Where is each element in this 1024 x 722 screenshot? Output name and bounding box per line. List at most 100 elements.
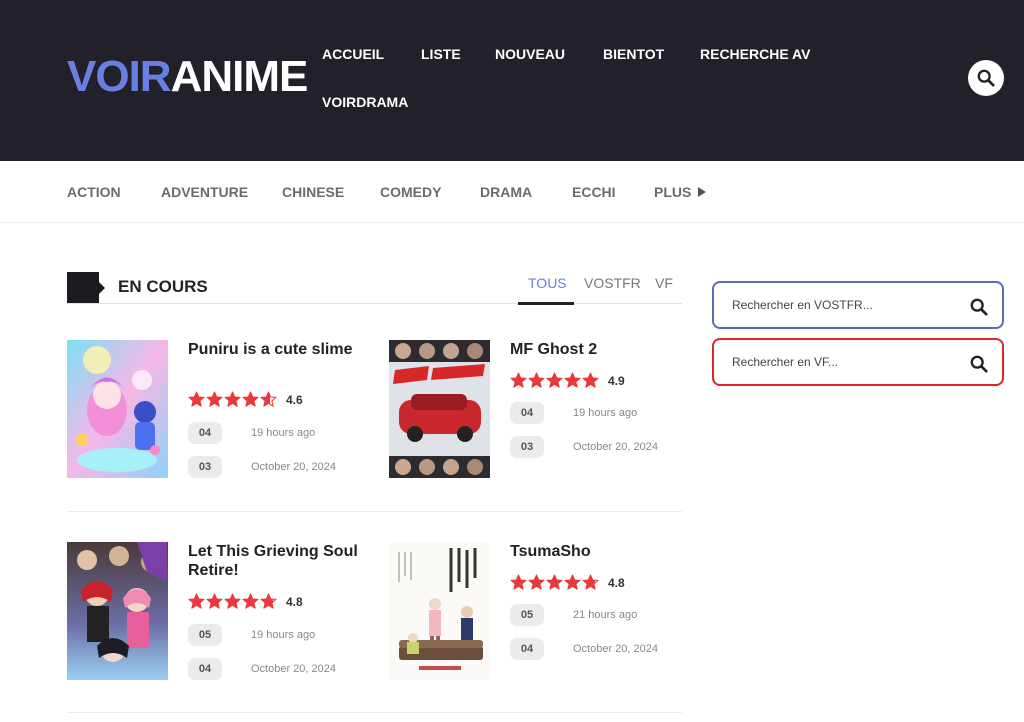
rating-value: 4.9	[608, 373, 625, 388]
genre-action[interactable]: ACTION	[67, 184, 121, 200]
anime-card: TsumaSho 4.8 05 21 hours ago 04 October …	[389, 542, 689, 682]
nav-item-accueil[interactable]: ACCUEIL	[322, 46, 384, 62]
genre-bar: ACTION ADVENTURE CHINESE COMEDY DRAMA EC…	[0, 161, 1024, 223]
star-icon	[546, 372, 563, 388]
episode-time: October 20, 2024	[573, 441, 659, 453]
search-vf-input[interactable]	[714, 340, 1002, 384]
search-icon[interactable]	[970, 355, 988, 373]
row-divider	[67, 712, 682, 713]
search-vostfr-input[interactable]	[714, 283, 1002, 327]
header-search-button[interactable]	[968, 60, 1004, 96]
genre-plus-label: PLUS	[654, 184, 692, 200]
star-icon	[260, 391, 277, 407]
tab-vf[interactable]: VF	[655, 275, 673, 291]
star-rating	[510, 372, 600, 389]
episode-row: 05 19 hours ago	[188, 624, 315, 646]
star-icon	[188, 391, 205, 407]
anime-poster[interactable]	[67, 542, 168, 680]
episode-time: October 20, 2024	[251, 461, 337, 473]
tab-vostfr[interactable]: VOSTFR	[584, 275, 641, 291]
rating: 4.6	[188, 391, 303, 408]
episode-badge[interactable]: 04	[510, 638, 544, 660]
nav-item-liste[interactable]: LISTE	[421, 46, 461, 62]
site-header: VOIRANIME ACCUEIL LISTE NOUVEAU BIENTOT …	[0, 0, 1024, 161]
star-rating	[188, 391, 278, 408]
logo-part-voir: VOIR	[67, 52, 172, 101]
genre-adventure[interactable]: ADVENTURE	[161, 184, 248, 200]
search-vf-box	[712, 338, 1004, 386]
star-icon	[528, 574, 545, 590]
star-icon	[528, 372, 545, 388]
episode-time: 19 hours ago	[251, 427, 316, 439]
anime-poster[interactable]	[67, 340, 168, 478]
episode-badge[interactable]: 04	[188, 658, 222, 680]
episode-row: 04 19 hours ago	[188, 422, 315, 444]
episode-badge[interactable]: 03	[510, 436, 544, 458]
star-rating	[188, 593, 278, 610]
rating: 4.9	[510, 372, 625, 389]
episode-badge[interactable]: 04	[510, 402, 544, 424]
anime-poster[interactable]	[389, 340, 490, 478]
nav-item-voirdrama[interactable]: VOIRDRAMA	[322, 94, 408, 110]
row-divider	[67, 511, 682, 512]
search-icon	[977, 69, 995, 87]
star-icon	[224, 593, 241, 609]
genre-chinese[interactable]: CHINESE	[282, 184, 344, 200]
rating: 4.8	[510, 574, 625, 591]
nav-item-nouveau[interactable]: NOUVEAU	[495, 46, 565, 62]
episode-time: 21 hours ago	[573, 609, 638, 621]
star-icon	[582, 372, 599, 388]
genre-ecchi[interactable]: ECCHI	[572, 184, 616, 200]
genre-comedy[interactable]: COMEDY	[380, 184, 441, 200]
star-icon	[510, 372, 527, 388]
play-arrow-icon	[698, 187, 707, 197]
rating-value: 4.8	[608, 575, 625, 590]
star-icon	[224, 391, 241, 407]
rating-value: 4.6	[286, 392, 303, 407]
anime-title[interactable]: Let This Grieving Soul Retire!	[188, 542, 366, 580]
episode-badge[interactable]: 04	[188, 422, 222, 444]
logo-part-anime: ANIME	[170, 52, 309, 101]
anime-card: Puniru is a cute slime 4.6 04 19 hours a…	[67, 340, 367, 480]
star-icon	[188, 593, 205, 609]
nav-item-recherche-av[interactable]: RECHERCHE AV	[700, 46, 810, 62]
anime-poster[interactable]	[389, 542, 490, 680]
tab-tous[interactable]: TOUS	[528, 275, 567, 291]
rating-value: 4.8	[286, 594, 303, 609]
anime-card: Let This Grieving Soul Retire! 4.8 05 19…	[67, 542, 367, 682]
nav-item-bientot[interactable]: BIENTOT	[603, 46, 664, 62]
episode-time: October 20, 2024	[573, 643, 659, 655]
episode-row: 04 October 20, 2024	[188, 658, 336, 680]
episode-badge[interactable]: 05	[510, 604, 544, 626]
star-icon	[564, 372, 581, 388]
star-icon	[546, 574, 563, 590]
site-logo[interactable]: VOIRANIME	[67, 52, 309, 101]
star-icon	[564, 574, 581, 590]
star-icon	[206, 391, 223, 407]
section-header: EN COURS TOUS VOSTFR VF	[67, 272, 682, 305]
episode-time: October 20, 2024	[251, 663, 337, 675]
episode-time: 19 hours ago	[573, 407, 638, 419]
genre-drama[interactable]: DRAMA	[480, 184, 532, 200]
star-icon	[206, 593, 223, 609]
rating: 4.8	[188, 593, 303, 610]
episode-row: 03 October 20, 2024	[510, 436, 658, 458]
star-icon	[510, 574, 527, 590]
star-icon	[582, 574, 599, 590]
episode-row: 05 21 hours ago	[510, 604, 637, 626]
section-title: EN COURS	[118, 277, 208, 296]
episode-badge[interactable]: 05	[188, 624, 222, 646]
genre-plus[interactable]: PLUS	[654, 184, 707, 200]
anime-title[interactable]: MF Ghost 2	[510, 340, 688, 359]
anime-title[interactable]: Puniru is a cute slime	[188, 340, 366, 359]
episode-row: 03 October 20, 2024	[188, 456, 336, 478]
star-icon	[242, 391, 259, 407]
star-icon	[260, 593, 277, 609]
episode-time: 19 hours ago	[251, 629, 316, 641]
anime-title[interactable]: TsumaSho	[510, 542, 688, 561]
episode-badge[interactable]: 03	[188, 456, 222, 478]
star-rating	[510, 574, 600, 591]
active-tab-underline	[518, 302, 574, 305]
anime-card: MF Ghost 2 4.9 04 19 hours ago 03 Octobe…	[389, 340, 689, 480]
search-icon[interactable]	[970, 298, 988, 316]
